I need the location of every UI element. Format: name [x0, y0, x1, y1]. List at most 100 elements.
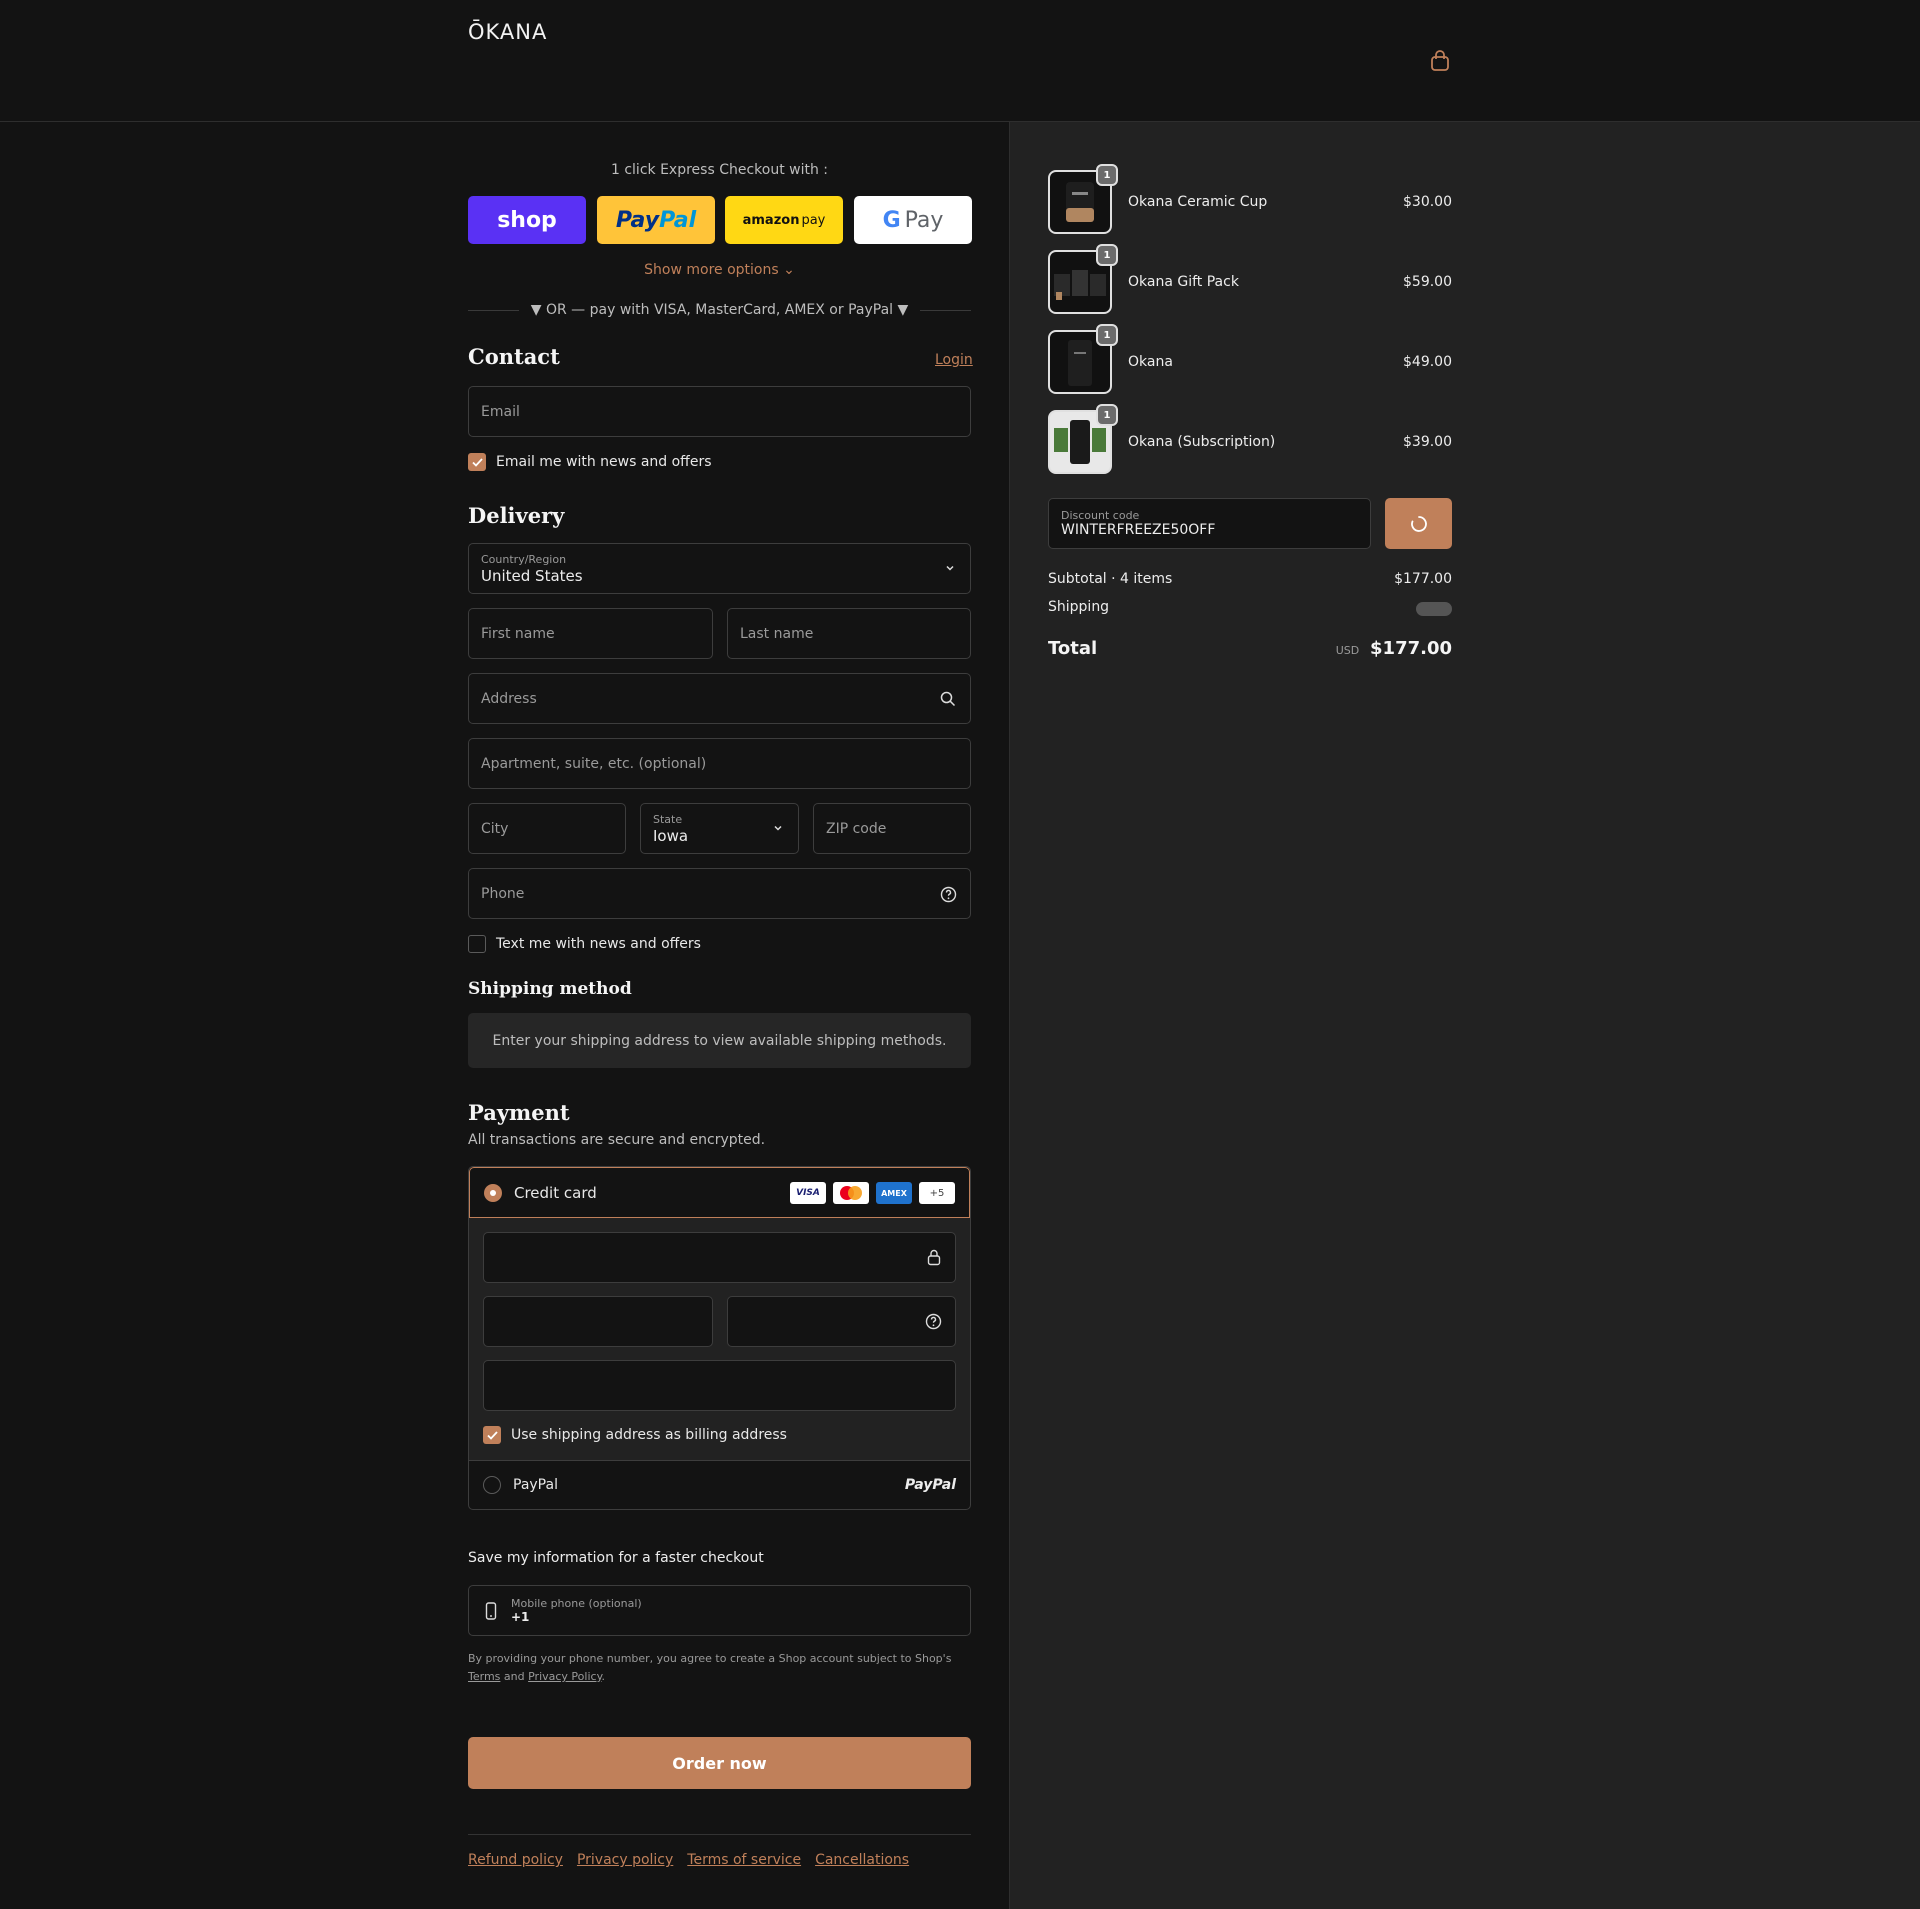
total-value: $177.00 — [1370, 638, 1452, 659]
billing-address-checkbox[interactable] — [483, 1426, 501, 1444]
credit-card-option[interactable]: Credit card VISA AMEX +5 — [469, 1167, 970, 1218]
card-logos: VISA AMEX +5 — [790, 1182, 955, 1204]
state-select[interactable]: State Iowa — [640, 803, 799, 854]
line-item: 1 Okana $49.00 — [1048, 324, 1452, 394]
email-news-checkbox[interactable] — [468, 453, 486, 471]
checkmark-icon — [486, 1430, 498, 1440]
amex-icon: AMEX — [876, 1182, 912, 1204]
logo[interactable]: ŌKANA — [468, 20, 547, 44]
currency-code: USD — [1335, 644, 1360, 657]
express-checkout-title: 1 click Express Checkout with : — [610, 162, 829, 178]
loading-spinner-icon — [1410, 515, 1427, 532]
city-input[interactable]: City — [468, 803, 626, 854]
expiration-date-field[interactable] — [483, 1296, 713, 1347]
product-thumbnail: 1 — [1048, 164, 1118, 234]
card-number-field[interactable] — [483, 1232, 956, 1283]
billing-address-label: Use shipping address as billing address — [511, 1427, 787, 1443]
delivery-title: Delivery — [468, 503, 565, 528]
paypal-express-button[interactable]: Pay Pal — [597, 196, 715, 244]
mobile-phone-value: +1 — [511, 1610, 530, 1624]
billing-address-checkbox-row[interactable]: Use shipping address as billing address — [483, 1426, 787, 1444]
item-name: Okana Gift Pack — [1128, 274, 1239, 290]
refund-policy-link[interactable]: Refund policy — [468, 1852, 563, 1868]
save-info-title: Save my information for a faster checkou… — [468, 1550, 764, 1566]
item-name: Okana Ceramic Cup — [1128, 194, 1268, 210]
mobile-phone-label: Mobile phone (optional) — [511, 1597, 642, 1610]
apartment-input[interactable]: Apartment, suite, etc. (optional) — [468, 738, 971, 789]
line-item: 1 Okana Ceramic Cup $30.00 — [1048, 164, 1452, 234]
item-price: $59.00 — [1403, 274, 1452, 290]
divider-line-right — [920, 309, 972, 311]
text-news-label: Text me with news and offers — [496, 936, 701, 952]
total-row: Total USD $177.00 — [1048, 638, 1452, 659]
lock-icon — [927, 1249, 941, 1266]
zip-input[interactable]: ZIP code — [813, 803, 971, 854]
name-on-card-field[interactable] — [483, 1360, 956, 1411]
mobile-phone-input[interactable]: Mobile phone (optional) +1 — [468, 1585, 971, 1636]
last-name-input[interactable]: Last name — [727, 608, 971, 659]
paypal-option[interactable]: PayPal PayPal — [469, 1460, 970, 1509]
credit-card-radio[interactable] — [484, 1183, 502, 1202]
email-news-label: Email me with news and offers — [496, 454, 712, 470]
chevron-down-icon — [946, 565, 954, 571]
shipping-method-title: Shipping method — [468, 979, 632, 999]
shop-pay-button[interactable]: shop — [468, 196, 586, 244]
state-label: State — [653, 812, 683, 826]
more-cards-badge: +5 — [919, 1182, 955, 1204]
country-select[interactable]: Country/Region United States — [468, 543, 971, 594]
paypal-logo: PayPal — [904, 1477, 956, 1493]
visa-icon: VISA — [790, 1182, 826, 1204]
discount-label: Discount code — [1061, 509, 1140, 522]
text-news-checkbox[interactable] — [468, 935, 486, 953]
help-circle-icon[interactable] — [925, 1313, 942, 1330]
apply-discount-button[interactable] — [1385, 498, 1452, 549]
footer-divider — [468, 1834, 971, 1835]
paypal-pay-text: Pay — [615, 207, 660, 233]
item-name: Okana (Subscription) — [1128, 434, 1276, 450]
email-news-checkbox-row[interactable]: Email me with news and offers — [468, 453, 712, 471]
show-more-options-link[interactable]: Show more options ⌄ — [468, 262, 971, 278]
discount-code-input[interactable]: Discount code WINTERFREEZE50OFF — [1048, 498, 1371, 549]
privacy-policy-link[interactable]: Privacy Policy — [528, 1670, 601, 1683]
help-circle-icon[interactable] — [940, 886, 957, 903]
terms-link[interactable]: Terms — [468, 1670, 500, 1683]
product-thumbnail: 1 — [1048, 324, 1118, 394]
address-input[interactable]: Address — [468, 673, 971, 724]
email-input[interactable]: Email — [468, 386, 971, 437]
subtotal-label: Subtotal · 4 items — [1048, 571, 1173, 587]
security-code-field[interactable] — [727, 1296, 956, 1347]
line-item: 1 Okana Gift Pack $59.00 — [1048, 244, 1452, 314]
shop-pay-label: shop — [497, 207, 557, 233]
subtotal-value: $177.00 — [1394, 571, 1452, 587]
first-name-input[interactable]: First name — [468, 608, 713, 659]
legal-prefix: By providing your phone number, you agre… — [468, 1652, 952, 1665]
mastercard-icon — [833, 1182, 869, 1204]
google-pay-button[interactable]: G Pay — [854, 196, 972, 244]
credit-card-form: Use shipping address as billing address — [469, 1218, 970, 1460]
payment-methods: Credit card VISA AMEX +5 Use shipping ad… — [468, 1166, 971, 1510]
amazon-pay-button[interactable]: amazon pay — [725, 196, 843, 244]
or-divider: ▼ OR — pay with VISA, MasterCard, AMEX o… — [468, 300, 972, 320]
paypal-radio[interactable] — [483, 1476, 501, 1494]
privacy-policy-footer-link[interactable]: Privacy policy — [577, 1852, 673, 1868]
shopping-bag-icon[interactable] — [1430, 50, 1450, 72]
amazon-pay-text: pay — [801, 212, 826, 228]
total-amount: USD $177.00 — [1336, 638, 1452, 659]
paypal-label: PayPal — [513, 1477, 558, 1493]
product-thumbnail: 1 — [1048, 404, 1118, 474]
amazon-label: amazon — [742, 212, 800, 228]
phone-input[interactable]: Phone — [468, 868, 971, 919]
quantity-badge: 1 — [1096, 164, 1118, 186]
cancellations-link[interactable]: Cancellations — [815, 1852, 909, 1868]
order-now-button[interactable]: Order now — [468, 1737, 971, 1789]
login-link[interactable]: Login — [935, 352, 973, 368]
text-news-checkbox-row[interactable]: Text me with news and offers — [468, 935, 701, 953]
mobile-phone-icon — [485, 1601, 497, 1620]
quantity-badge: 1 — [1096, 324, 1118, 346]
discount-value: WINTERFREEZE50OFF — [1061, 522, 1216, 538]
mobile-phone-text: Mobile phone (optional) +1 — [511, 1597, 642, 1624]
payment-subtitle: All transactions are secure and encrypte… — [468, 1132, 766, 1148]
country-label: Country/Region — [481, 552, 567, 566]
legal-period: . — [601, 1670, 606, 1683]
terms-of-service-link[interactable]: Terms of service — [687, 1852, 801, 1868]
